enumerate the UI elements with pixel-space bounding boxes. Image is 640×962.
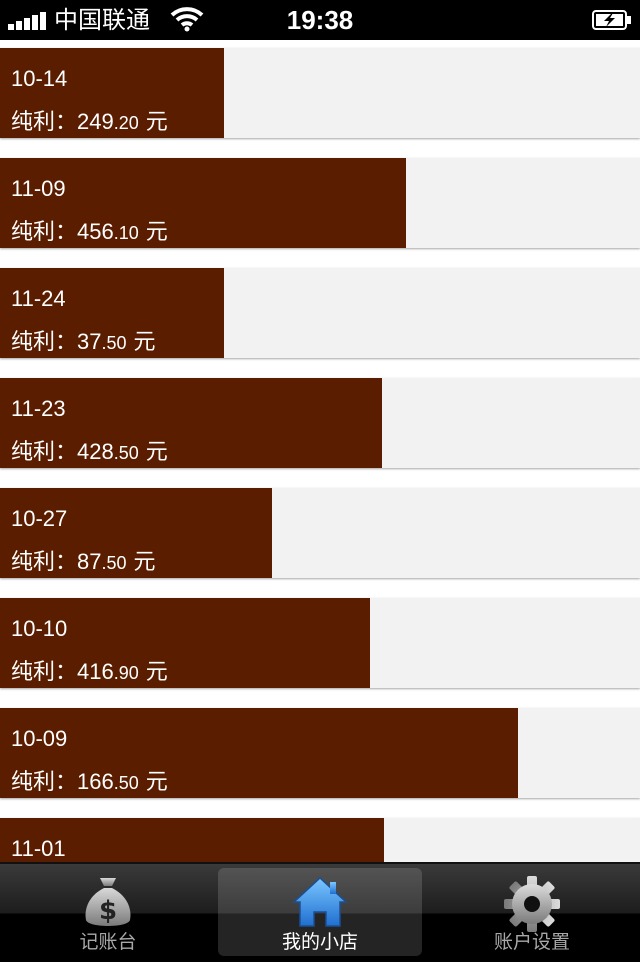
profit-integer: 87 bbox=[77, 549, 102, 574]
profit-label: 纯利： bbox=[11, 660, 78, 685]
row-profit: 纯利：416.90 元 bbox=[11, 659, 168, 686]
profit-decimal: .50 bbox=[113, 773, 139, 793]
gear-icon bbox=[504, 876, 560, 932]
row-date: 11-24 bbox=[11, 286, 66, 311]
profit-decimal: .50 bbox=[101, 333, 127, 353]
profit-integer: 416 bbox=[77, 659, 114, 684]
row-date: 11-23 bbox=[11, 396, 66, 421]
profit-integer: 37 bbox=[77, 329, 102, 354]
money-bag-icon: $ bbox=[85, 878, 131, 926]
row-profit: 纯利：37.50 元 bbox=[11, 329, 156, 356]
row-profit: 纯利：456.10 元 bbox=[11, 219, 168, 246]
row-date: 10-14 bbox=[11, 66, 68, 91]
profit-label: 纯利： bbox=[11, 330, 78, 355]
tab-my-shop-label: 我的小店 bbox=[281, 931, 358, 953]
status-time: 19:38 bbox=[286, 5, 354, 35]
profit-decimal: .90 bbox=[113, 663, 139, 683]
tab-account-settings-label: 账户设置 bbox=[493, 931, 570, 953]
profit-integer: 166 bbox=[77, 769, 114, 794]
profit-row[interactable]: 11-23 纯利：428.50 元 bbox=[0, 378, 640, 468]
row-date: 10-27 bbox=[11, 506, 68, 531]
profit-row[interactable]: 10-27 纯利：87.50 元 bbox=[0, 488, 640, 578]
status-bar: 中国联通 19:38 bbox=[0, 0, 640, 40]
tab-bar: $ 记账台 我的小店 账户设置 bbox=[0, 862, 640, 962]
row-profit: 纯利：87.50 元 bbox=[11, 549, 156, 576]
row-date: 11-09 bbox=[11, 176, 66, 201]
profit-decimal: .10 bbox=[113, 223, 139, 243]
row-date: 10-09 bbox=[11, 726, 68, 751]
battery-charging-icon bbox=[592, 10, 631, 30]
profit-unit: 元 bbox=[138, 110, 168, 135]
profit-label: 纯利： bbox=[11, 220, 78, 245]
profit-integer: 428 bbox=[77, 439, 114, 464]
tab-accounting-label: 记账台 bbox=[79, 931, 137, 953]
profit-row[interactable]: 11-01 bbox=[0, 818, 640, 862]
profit-unit: 元 bbox=[126, 330, 156, 355]
profit-row[interactable]: 10-09 纯利：166.50 元 bbox=[0, 708, 640, 798]
tab-account-settings[interactable]: 账户设置 bbox=[430, 868, 634, 956]
profit-integer: 249 bbox=[77, 109, 114, 134]
profit-label: 纯利： bbox=[11, 770, 78, 795]
profit-unit: 元 bbox=[138, 660, 168, 685]
profit-decimal: .50 bbox=[101, 553, 127, 573]
profit-unit: 元 bbox=[138, 440, 168, 465]
row-profit: 纯利：249.20 元 bbox=[11, 109, 168, 136]
profit-row[interactable]: 10-14 纯利：249.20 元 bbox=[0, 48, 640, 138]
profit-integer: 456 bbox=[77, 219, 114, 244]
row-profit: 纯利：166.50 元 bbox=[11, 769, 168, 796]
profit-unit: 元 bbox=[126, 550, 156, 575]
daily-profit-list[interactable]: 10-14 纯利：249.20 元 11-09 纯利：456.10 元 11-24 纯利：… bbox=[0, 40, 640, 862]
profit-label: 纯利： bbox=[11, 440, 78, 465]
home-icon bbox=[292, 876, 348, 927]
profit-unit: 元 bbox=[138, 220, 168, 245]
row-date: 11-01 bbox=[11, 836, 66, 861]
svg-text:$: $ bbox=[99, 896, 117, 926]
row-date: 10-10 bbox=[11, 616, 68, 641]
tab-accounting[interactable]: $ 记账台 bbox=[6, 868, 210, 956]
profit-row[interactable]: 11-09 纯利：456.10 元 bbox=[0, 158, 640, 248]
profit-row[interactable]: 11-24 纯利：37.50 元 bbox=[0, 268, 640, 358]
profit-unit: 元 bbox=[138, 770, 168, 795]
profit-label: 纯利： bbox=[11, 110, 78, 135]
profit-row[interactable]: 10-10 纯利：416.90 元 bbox=[0, 598, 640, 688]
profit-decimal: .20 bbox=[113, 113, 139, 133]
tab-my-shop[interactable]: 我的小店 bbox=[218, 868, 422, 956]
profit-decimal: .50 bbox=[113, 443, 139, 463]
profit-label: 纯利： bbox=[11, 550, 78, 575]
row-profit: 纯利：428.50 元 bbox=[11, 439, 168, 466]
